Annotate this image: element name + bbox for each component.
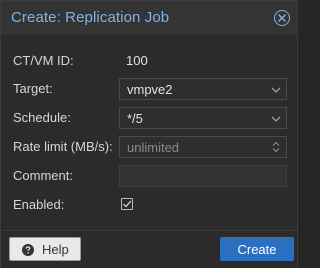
- help-button[interactable]: Help: [9, 237, 81, 261]
- schedule-select[interactable]: */5: [119, 107, 287, 129]
- close-icon[interactable]: [274, 10, 290, 26]
- comment-input[interactable]: [119, 165, 287, 187]
- create-button[interactable]: Create: [220, 237, 294, 261]
- chevron-down-icon[interactable]: [270, 112, 282, 124]
- dialog-body: CT/VM ID: 100 Target: vmpve2 Schedule: *…: [1, 35, 297, 229]
- dialog-title: Create: Replication Job: [11, 9, 170, 26]
- chevron-down-icon[interactable]: [270, 83, 282, 95]
- help-button-label: Help: [42, 242, 69, 257]
- dialog-titlebar[interactable]: Create: Replication Job: [1, 1, 297, 35]
- question-circle-icon: [22, 243, 34, 256]
- enabled-label: Enabled:: [13, 197, 65, 212]
- rate-limit-label: Rate limit (MB/s):: [13, 139, 113, 154]
- enabled-checkbox[interactable]: [121, 198, 133, 210]
- comment-label: Comment:: [13, 168, 73, 183]
- target-label: Target:: [13, 81, 53, 96]
- schedule-select-value: */5: [127, 111, 143, 126]
- rate-limit-input[interactable]: unlimited: [119, 136, 287, 158]
- target-select-value: vmpve2: [127, 82, 173, 97]
- rate-limit-placeholder: unlimited: [127, 140, 180, 155]
- vmid-label: CT/VM ID:: [13, 53, 74, 68]
- schedule-label: Schedule:: [13, 110, 71, 125]
- vmid-value: 100: [126, 53, 148, 68]
- create-button-label: Create: [237, 242, 277, 257]
- dialog-footer: Help Create: [1, 230, 297, 268]
- target-select[interactable]: vmpve2: [119, 78, 287, 100]
- replication-job-dialog: Create: Replication Job CT/VM ID: 100 Ta…: [0, 0, 298, 268]
- spinner-updown-icon[interactable]: [270, 140, 282, 154]
